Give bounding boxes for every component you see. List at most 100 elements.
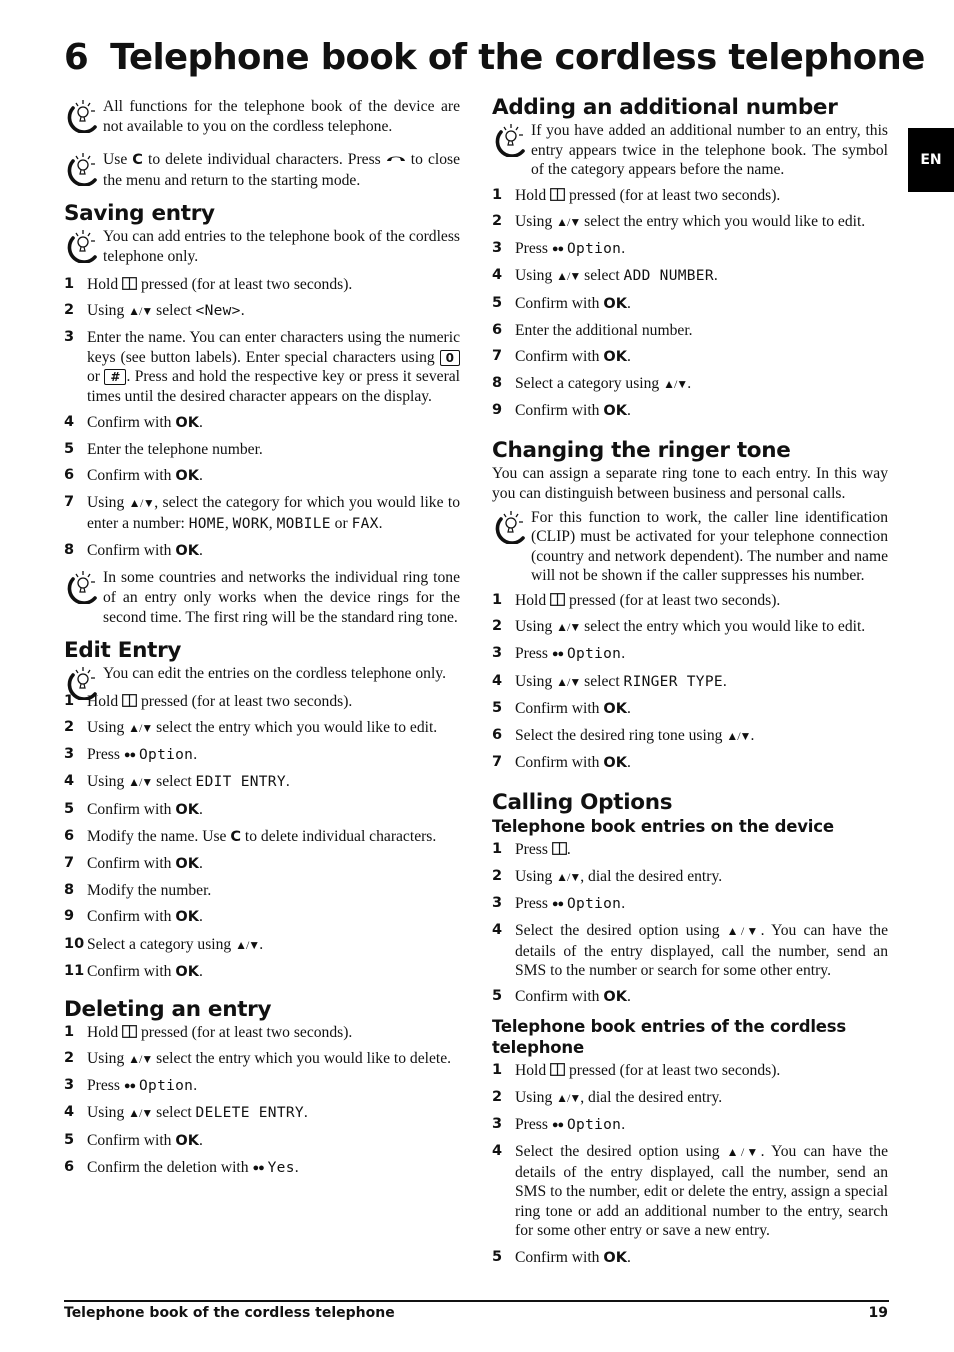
step-text: select the entry which you would like to… <box>152 1050 452 1068</box>
step-text: Confirm the deletion with <box>87 1158 253 1176</box>
step: 7 Confirm with OK. <box>64 854 460 875</box>
display-text: WORK <box>232 516 269 533</box>
step-text: Confirm with <box>515 1248 604 1266</box>
step-text: . <box>193 1077 198 1095</box>
tip-text: For this function to work, the caller li… <box>531 508 888 585</box>
step-text: Confirm with <box>87 467 176 485</box>
step-number: 2 <box>64 301 75 318</box>
step-number: 5 <box>64 1131 75 1148</box>
c-key-label: C <box>132 152 143 169</box>
step-text: select <box>152 1104 196 1122</box>
step: 2 Using ▲/▼ select the entry which you wo… <box>64 718 460 739</box>
step-text: pressed (for at least two seconds). <box>565 186 781 204</box>
chapter-number: 6 <box>64 37 89 78</box>
step-text: Hold <box>515 1062 551 1080</box>
lightbulb-tip-icon <box>64 570 100 604</box>
step-number: 2 <box>492 212 503 229</box>
step-text: . <box>198 413 203 431</box>
ok-key-label: OK <box>603 1249 627 1266</box>
step: 5 Enter the telephone number. <box>64 440 460 460</box>
display-text: Yes <box>267 1159 295 1176</box>
tip-text: to delete individual characters. Press <box>142 151 386 169</box>
phonebook-icon <box>550 1063 565 1076</box>
left-column: All functions for the telephone book of … <box>64 97 460 1185</box>
step-text: Select the desired option using <box>515 921 727 939</box>
step: 8 Select a category using ▲/▼. <box>492 374 888 395</box>
step-text: . <box>294 1158 299 1176</box>
step: 1 Hold pressed (for at least two seconds)… <box>492 186 888 206</box>
step-number: 2 <box>64 719 75 735</box>
lightbulb-tip-icon <box>492 123 528 157</box>
softkey-dots-icon: ●● <box>551 243 564 256</box>
display-text: Option <box>567 895 622 912</box>
up-down-arrows-icon: ▲/▼ <box>235 937 260 952</box>
subheading-device: Telephone book entries on the device <box>492 817 834 837</box>
step-text: . <box>240 301 245 319</box>
step-number: 1 <box>64 692 75 709</box>
step-number: 5 <box>64 441 75 458</box>
ok-key-label: OK <box>175 855 199 872</box>
step-text: . Press and hold the respective key or p… <box>87 368 461 405</box>
tip-note: Use C to delete individual characters. P… <box>64 150 460 190</box>
step-text: . <box>198 962 203 980</box>
step: 4 Select the desired option using ▲/▼. Yo… <box>492 921 888 981</box>
softkey-dots-icon: ●● <box>551 897 564 910</box>
step-text: Confirm with <box>87 542 176 560</box>
step-text: Hold <box>515 592 551 610</box>
step-text: Confirm with <box>87 800 176 818</box>
display-text: Option <box>139 747 194 764</box>
step-number: 6 <box>64 467 75 484</box>
step-number: 7 <box>492 754 503 771</box>
step-number: 5 <box>492 1248 503 1265</box>
step-number: 4 <box>64 773 75 790</box>
step-text: pressed (for at least two seconds). <box>565 592 781 610</box>
step-text: . <box>303 1104 308 1122</box>
step-number: 10 <box>64 935 85 952</box>
step-text: . <box>621 894 626 912</box>
step-number: 3 <box>64 746 75 763</box>
step-text: . <box>722 672 727 690</box>
step-text: . <box>626 1248 631 1266</box>
step-number: 7 <box>492 347 503 364</box>
step-number: 8 <box>64 542 75 559</box>
step-number: 6 <box>492 321 503 338</box>
step-number: 1 <box>492 186 503 203</box>
step-number: 4 <box>64 413 75 430</box>
ok-key-label: OK <box>175 963 199 980</box>
step-number: 5 <box>492 699 503 716</box>
up-down-arrows-icon: ▲/▼ <box>128 721 153 735</box>
step-number: 2 <box>64 1050 75 1067</box>
step-number: 2 <box>492 618 503 635</box>
step: 5 Confirm with OK. <box>492 987 888 1008</box>
step-number: 4 <box>492 921 503 938</box>
step-text: Select a category using <box>87 935 236 953</box>
step-text: Confirm with <box>87 854 176 872</box>
display-text: <New> <box>195 302 241 319</box>
step-number: 9 <box>64 908 75 925</box>
step-text: Select the desired ring tone using <box>515 726 727 744</box>
step-number: 3 <box>492 240 503 257</box>
section-heading-deleting-entry: Deleting an entry <box>64 996 272 1022</box>
edit-entry-steps: 1 Hold pressed (for at least two seconds)… <box>64 692 460 982</box>
step-number: 4 <box>492 672 503 689</box>
step: 9 Confirm with OK. <box>492 401 888 422</box>
softkey-dots-icon: ●● <box>123 749 136 762</box>
phonebook-icon <box>550 593 565 606</box>
step-text: select <box>580 672 624 690</box>
lightbulb-tip-icon <box>492 510 528 544</box>
ok-key-label: OK <box>175 543 199 560</box>
step-text: Enter the additional number. <box>515 321 693 339</box>
display-text: Option <box>567 646 622 663</box>
step: 5 Confirm with OK. <box>492 699 888 720</box>
ok-key-label: OK <box>603 403 627 420</box>
ringer-tone-steps: 1 Hold pressed (for at least two seconds)… <box>492 591 888 774</box>
section-heading-saving-entry: Saving entry <box>64 201 215 227</box>
step: 3 Press ●● Option. <box>492 1115 888 1136</box>
step: 7 Confirm with OK. <box>492 347 888 368</box>
step: 3 Enter the name. You can enter character… <box>64 328 460 406</box>
step-text: Using <box>515 267 557 285</box>
tip-text: Use <box>103 151 133 169</box>
phonebook-icon <box>122 277 137 290</box>
right-column: Adding an additional number If you have … <box>492 95 888 1275</box>
phonebook-icon <box>550 188 565 201</box>
